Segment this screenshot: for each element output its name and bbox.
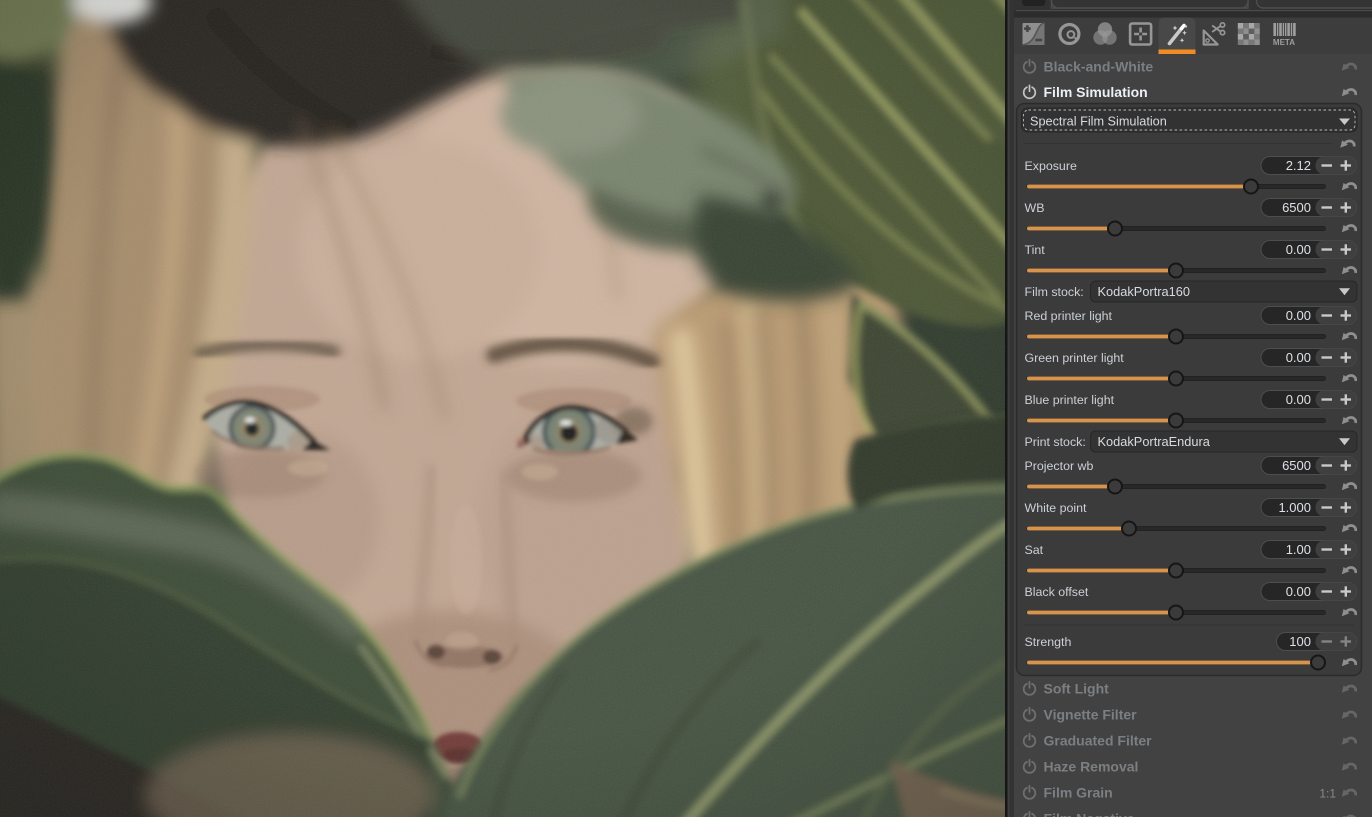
svg-text:META: META [1273,38,1295,47]
svg-text:Film Negative: Film Negative [1044,811,1135,817]
svg-text:Film Simulation: Film Simulation [1044,84,1148,100]
svg-text:Exposure: Exposure [1025,159,1077,173]
svg-text:Vignette Filter: Vignette Filter [1044,707,1138,723]
svg-text:6500: 6500 [1282,200,1311,215]
svg-text:0.00: 0.00 [1286,392,1311,407]
svg-text:2.12: 2.12 [1286,158,1311,173]
svg-text:0.00: 0.00 [1286,242,1311,257]
svg-text:Blue printer light: Blue printer light [1025,393,1115,407]
svg-text:6500: 6500 [1282,458,1311,473]
svg-text:100: 100 [1289,634,1311,649]
svg-text:0.00: 0.00 [1286,308,1311,323]
svg-text:0.00: 0.00 [1286,584,1311,599]
svg-text:Red printer light: Red printer light [1025,309,1113,323]
svg-text:Black-and-White: Black-and-White [1044,59,1154,75]
svg-text:KodakPortraEndura: KodakPortraEndura [1098,434,1211,449]
svg-text:1:1: 1:1 [1319,787,1336,801]
svg-text:Haze Removal: Haze Removal [1044,759,1139,775]
svg-text:Graduated Filter: Graduated Filter [1044,733,1153,749]
svg-text:Film Grain: Film Grain [1044,785,1113,801]
svg-text:0.00: 0.00 [1286,350,1311,365]
svg-text:Soft Light: Soft Light [1044,681,1110,697]
svg-text:1.000: 1.000 [1278,500,1311,515]
svg-text:Film stock:: Film stock: [1025,285,1084,299]
svg-text:Strength: Strength [1025,635,1072,649]
svg-text:Spectral Film Simulation: Spectral Film Simulation [1030,115,1167,129]
svg-text:White point: White point [1025,501,1088,515]
svg-text:Green printer light: Green printer light [1025,351,1125,365]
svg-text:Projector wb: Projector wb [1025,459,1094,473]
svg-text:1.00: 1.00 [1286,542,1311,557]
svg-text:Sat: Sat [1025,543,1044,557]
svg-text:WB: WB [1025,201,1045,215]
svg-text:KodakPortra160: KodakPortra160 [1098,284,1190,299]
svg-text:Tint: Tint [1025,243,1046,257]
svg-text:Black offset: Black offset [1025,585,1089,599]
svg-text:Print stock:: Print stock: [1025,435,1086,449]
